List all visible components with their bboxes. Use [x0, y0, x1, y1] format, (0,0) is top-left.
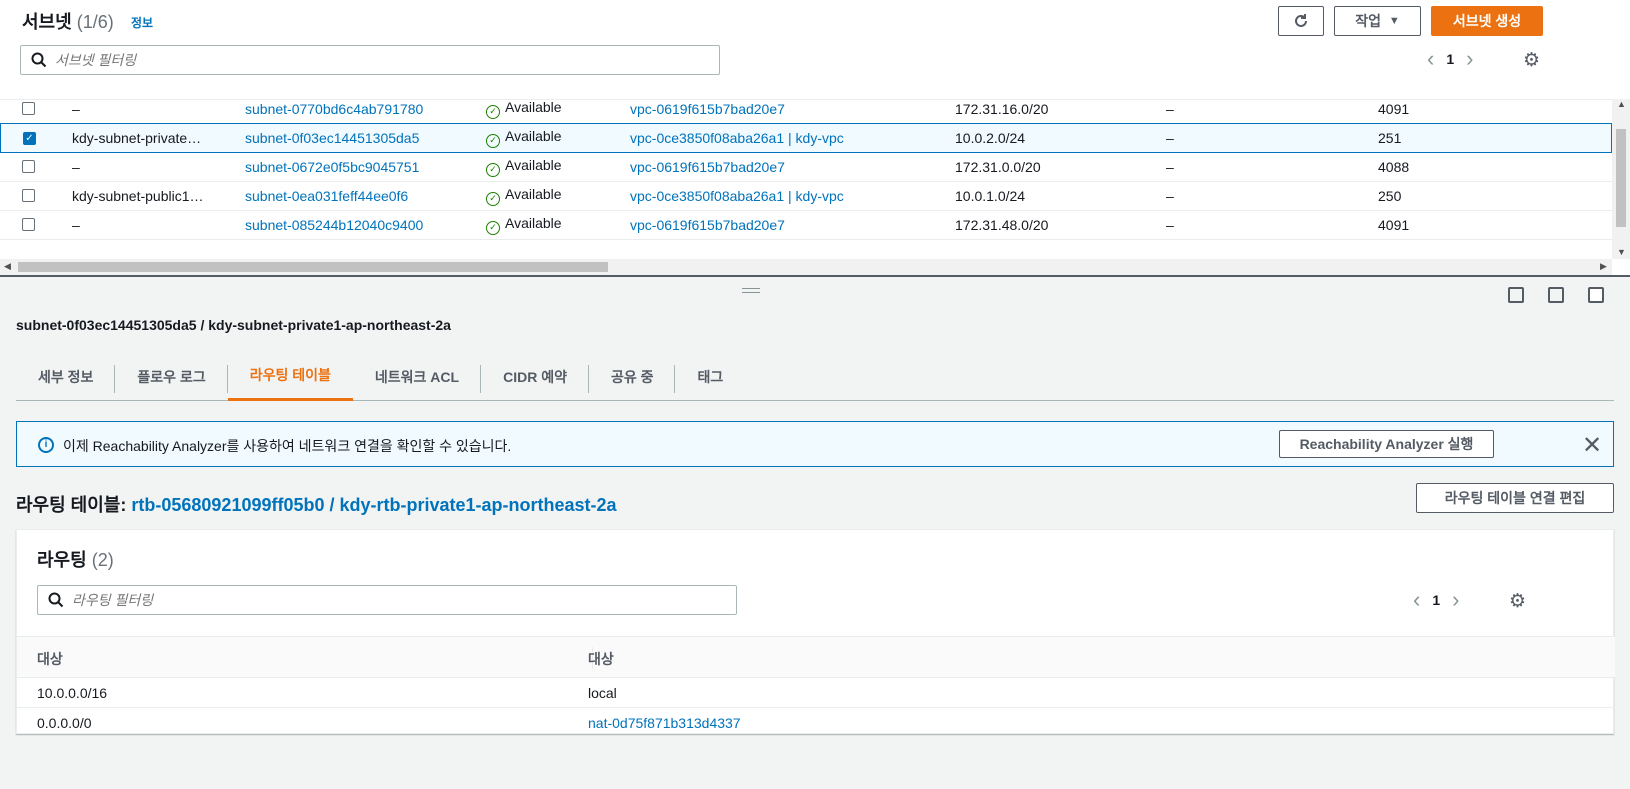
routes-table-header: 대상 대상: [17, 636, 1615, 678]
table-row[interactable]: – subnet-0770bd6c4ab791780 ✓ Available vp…: [0, 100, 1612, 124]
page-title: 서브넷 (1/6): [22, 12, 114, 32]
check-circle-icon: ✓: [486, 191, 500, 206]
table-row[interactable]: – subnet-0672e0f5bc9045751 ✓ Available vp…: [0, 152, 1612, 182]
page-number[interactable]: 1: [1432, 592, 1440, 608]
tab-details[interactable]: 세부 정보: [16, 352, 116, 401]
panel-bottom-icon[interactable]: [1508, 287, 1524, 303]
route-table-link[interactable]: rtb-05680921099ff05b0 / kdy-rtb-private1…: [131, 495, 616, 515]
vertical-scrollbar[interactable]: ▲ ▼: [1612, 99, 1630, 259]
column-destination[interactable]: 대상: [37, 649, 63, 669]
refresh-button[interactable]: [1278, 6, 1324, 36]
scroll-thumb[interactable]: [18, 262, 608, 272]
pagination: ‹ 1 ›: [1415, 46, 1485, 72]
panel-full-icon[interactable]: [1588, 287, 1604, 303]
check-circle-icon: ✓: [486, 134, 500, 148]
nat-gateway-link[interactable]: nat-0d75f871b313d4337: [588, 715, 741, 731]
chevron-right-icon[interactable]: ›: [1466, 46, 1473, 72]
tab-tags[interactable]: 태그: [675, 352, 745, 401]
row-checkbox-checked[interactable]: ✓: [23, 131, 36, 145]
route-filter[interactable]: [37, 585, 737, 615]
page-number[interactable]: 1: [1446, 51, 1454, 67]
create-subnet-button[interactable]: 서브넷 생성: [1431, 6, 1543, 36]
tab-cidr-reservations[interactable]: CIDR 예약: [481, 352, 589, 401]
route-table-heading: 라우팅 테이블: rtb-05680921099ff05b0 / kdy-rtb…: [16, 495, 617, 515]
route-filter-input[interactable]: [72, 592, 692, 608]
subnets-panel: 서브넷 (1/6) 정보 작업 ▼ 서브넷 생성 ‹ 1 › ⚙ – subne…: [0, 0, 1630, 275]
panel-side-icon[interactable]: [1548, 287, 1564, 303]
subnet-filter-input[interactable]: [55, 52, 675, 68]
chevron-left-icon[interactable]: ‹: [1413, 587, 1420, 613]
routes-pagination: ‹ 1 ›: [1401, 587, 1471, 613]
routes-container: 라우팅 (2) ‹ 1 › ⚙ 대상 대상 10.0.0.0/16 local …: [16, 529, 1615, 734]
search-icon: [48, 592, 64, 608]
detail-tabs: 세부 정보 플로우 로그 라우팅 테이블 네트워크 ACL CIDR 예약 공유…: [16, 352, 1614, 401]
row-checkbox[interactable]: [22, 189, 35, 202]
settings-gear-icon[interactable]: ⚙: [1523, 49, 1540, 72]
info-icon: i: [38, 437, 54, 453]
table-row-selected[interactable]: ✓ kdy-subnet-private… subnet-0f03ec14451…: [0, 123, 1612, 153]
info-link[interactable]: 정보: [131, 14, 153, 31]
table-row[interactable]: kdy-subnet-public1… subnet-0ea031feff44e…: [0, 181, 1612, 211]
subnet-table: – subnet-0770bd6c4ab791780 ✓ Available vp…: [0, 99, 1612, 259]
tab-route-table[interactable]: 라우팅 테이블: [227, 352, 353, 401]
reachability-analyzer-button[interactable]: Reachability Analyzer 실행: [1279, 430, 1494, 458]
selection-count: (1/6): [76, 12, 114, 32]
table-row[interactable]: – subnet-085244b12040c9400 ✓ Available vp…: [0, 210, 1612, 240]
chevron-right-icon[interactable]: ›: [1452, 587, 1459, 613]
row-checkbox[interactable]: [22, 160, 35, 173]
info-alert: i 이제 Reachability Analyzer를 사용하여 네트워크 연결…: [16, 421, 1614, 467]
scroll-thumb[interactable]: [1616, 129, 1626, 227]
drag-handle-icon[interactable]: [742, 288, 760, 293]
detail-title: subnet-0f03ec14451305da5 / kdy-subnet-pr…: [16, 317, 451, 333]
horizontal-scrollbar[interactable]: ◀ ▶: [0, 259, 1612, 275]
edit-route-table-association-button[interactable]: 라우팅 테이블 연결 편집: [1416, 483, 1614, 513]
tab-flow-logs[interactable]: 플로우 로그: [115, 352, 228, 401]
row-checkbox[interactable]: [22, 218, 35, 231]
caret-down-icon: ▼: [1388, 15, 1400, 27]
tab-network-acl[interactable]: 네트워크 ACL: [353, 352, 482, 401]
actions-dropdown[interactable]: 작업 ▼: [1334, 6, 1421, 36]
chevron-left-icon[interactable]: ‹: [1427, 46, 1434, 72]
table-row: 0.0.0.0/0 nat-0d75f871b313d4337: [37, 715, 741, 731]
scroll-left-icon[interactable]: ◀: [4, 261, 11, 272]
scroll-down-icon[interactable]: ▼: [1617, 247, 1626, 257]
scroll-right-icon[interactable]: ▶: [1600, 261, 1607, 272]
row-checkbox[interactable]: [22, 102, 35, 115]
split-divider[interactable]: [0, 275, 1630, 277]
refresh-icon: [1295, 14, 1307, 27]
check-circle-icon: ✓: [486, 162, 500, 177]
close-icon[interactable]: ✕: [1582, 431, 1602, 460]
scroll-up-icon[interactable]: ▲: [1617, 99, 1626, 109]
search-icon: [31, 52, 47, 68]
subnet-filter[interactable]: [20, 45, 720, 75]
routes-title: 라우팅 (2): [37, 550, 114, 570]
check-circle-icon: ✓: [486, 220, 500, 235]
check-circle-icon: ✓: [486, 104, 500, 119]
alert-text: 이제 Reachability Analyzer를 사용하여 네트워크 연결을 …: [63, 438, 512, 454]
column-target[interactable]: 대상: [588, 649, 614, 669]
settings-gear-icon[interactable]: ⚙: [1509, 590, 1526, 613]
table-row: 10.0.0.0/16 local: [17, 678, 1615, 708]
tab-sharing[interactable]: 공유 중: [589, 352, 676, 401]
